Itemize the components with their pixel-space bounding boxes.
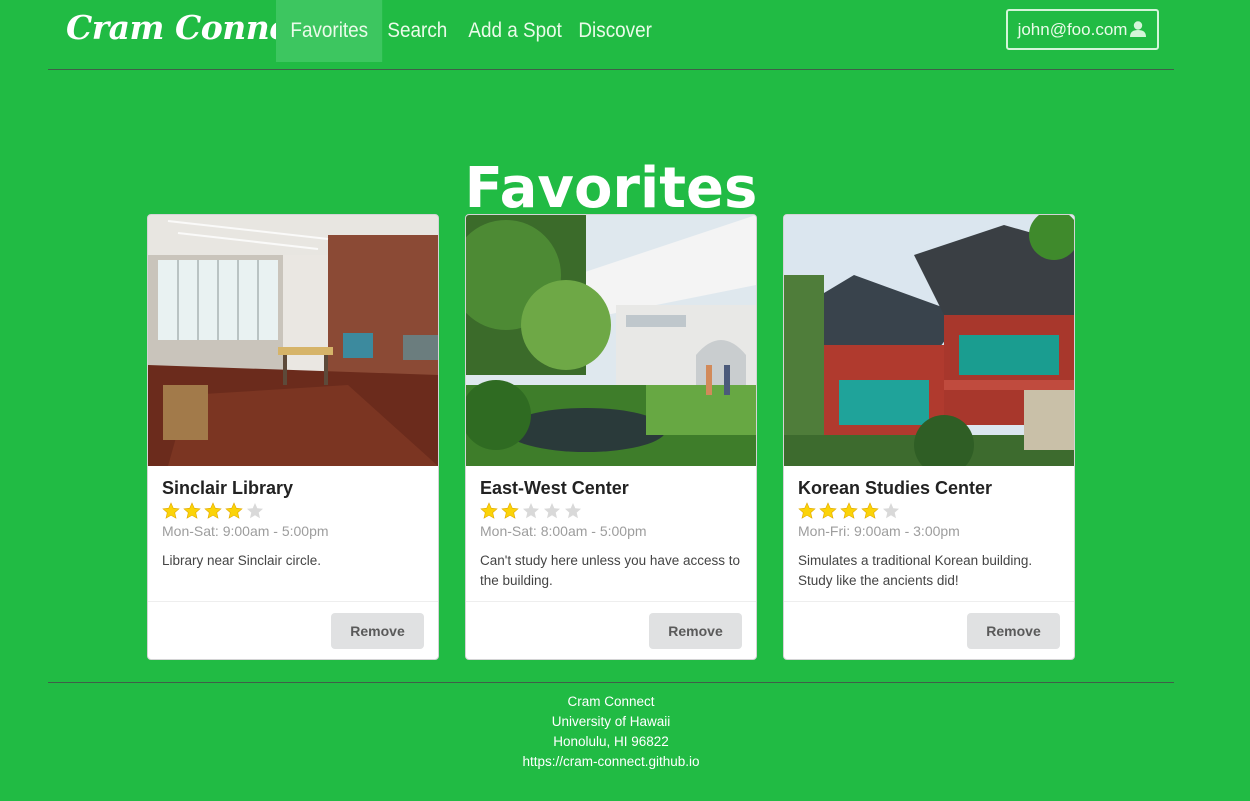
user-icon [1130,21,1147,37]
star-filled-icon [183,502,201,519]
star-filled-icon [162,502,180,519]
spot-description: Simulates a traditional Korean building.… [798,553,1033,588]
rating-stars [480,502,742,520]
footer-app-name: Cram Connect [567,694,655,709]
footer-university: University of Hawaii [551,714,671,729]
spot-name[interactable]: Korean Studies Center [798,478,1060,499]
footer: Cram Connect University of Hawaii Honolu… [0,692,1222,772]
star-empty-icon [523,503,539,519]
nav-add-a-spot[interactable]: Add a Spot [454,0,576,62]
star-filled-icon [819,502,837,519]
star-filled-icon [204,502,222,519]
nav-discover[interactable]: Discover [564,0,666,62]
star-empty-icon [565,503,581,519]
page-title: Favorites [464,155,758,221]
user-menu-button[interactable]: john@foo.com [1006,9,1159,50]
spot-hours: Mon-Sat: 8:00am - 5:00pm [480,523,647,539]
star-filled-icon [861,502,879,519]
rating-stars [798,502,1060,520]
spot-image [466,215,756,466]
spot-hours: Mon-Fri: 9:00am - 3:00pm [798,523,960,539]
spot-hours: Mon-Sat: 9:00am - 5:00pm [162,523,329,539]
nav-search[interactable]: Search [373,0,462,62]
spot-name[interactable]: Sinclair Library [162,478,424,499]
star-empty-icon [883,503,899,519]
top-navbar: Cram Connect Favorites Search Add a Spot… [48,0,1174,70]
card-footer: Remove [784,601,1074,659]
footer-divider [48,682,1174,683]
rating-stars [162,502,424,520]
remove-button[interactable]: Remove [331,613,424,649]
spot-description: Library near Sinclair circle. [162,553,322,568]
footer-address: Honolulu, HI 96822 [553,734,669,749]
favorite-card: Sinclair Library Mon-Sat: 9:00am - 5:00p… [147,214,439,660]
remove-button[interactable]: Remove [649,613,742,649]
card-footer: Remove [466,601,756,659]
footer-link[interactable]: https://cram-connect.github.io [0,752,1222,772]
spot-image [148,215,438,466]
card-footer: Remove [148,601,438,659]
star-filled-icon [225,502,243,519]
nav-favorites[interactable]: Favorites [276,0,383,62]
star-filled-icon [501,502,519,519]
spot-name[interactable]: East-West Center [480,478,742,499]
favorite-card: Korean Studies Center Mon-Fri: 9:00am - … [783,214,1075,660]
star-filled-icon [480,502,498,519]
spot-image [784,215,1074,466]
star-filled-icon [840,502,858,519]
spot-description: Can't study here unless you have access … [480,553,740,588]
favorite-card: East-West Center Mon-Sat: 8:00am - 5:00p… [465,214,757,660]
star-empty-icon [247,503,263,519]
remove-button[interactable]: Remove [967,613,1060,649]
star-filled-icon [798,502,816,519]
user-email: john@foo.com [1017,20,1128,39]
star-empty-icon [544,503,560,519]
